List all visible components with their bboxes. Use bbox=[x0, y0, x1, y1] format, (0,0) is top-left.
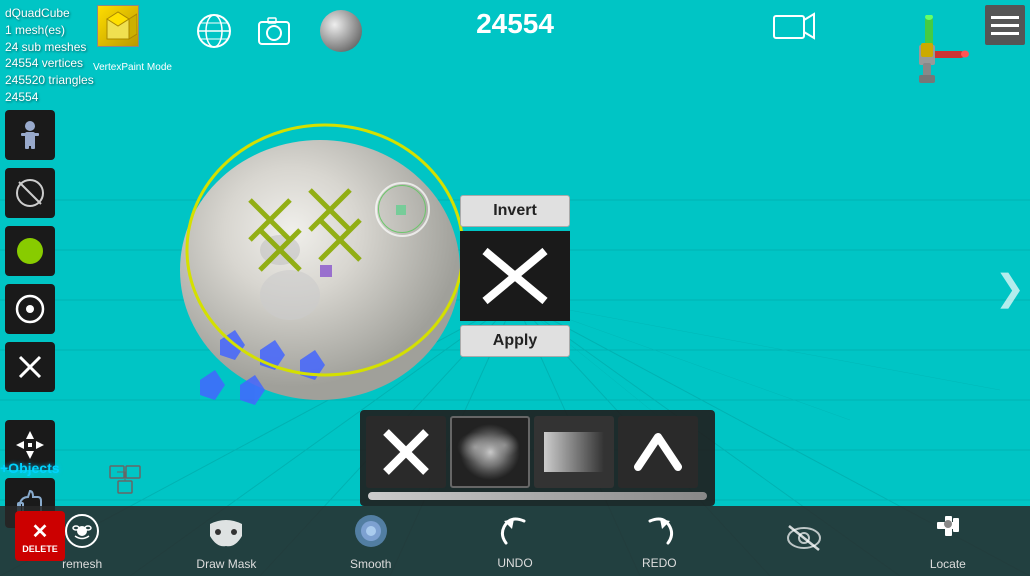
locate-svg bbox=[927, 512, 969, 550]
3d-head-object[interactable] bbox=[130, 120, 480, 410]
green-circle-tool-btn[interactable] bbox=[5, 226, 55, 276]
cloud-brush-icon bbox=[455, 417, 525, 487]
brush-size-slider[interactable] bbox=[368, 492, 707, 500]
3d-viewport[interactable]: dQuadCube 1 mesh(es) 24 sub meshes 24554… bbox=[0, 0, 1030, 576]
draw-tool-btn[interactable] bbox=[5, 168, 55, 218]
x-tool-icon bbox=[16, 353, 44, 381]
remesh-label: remesh bbox=[62, 557, 102, 571]
hide-mask-button[interactable] bbox=[774, 520, 834, 563]
object-name-info: dQuadCube bbox=[5, 5, 94, 22]
invert-popup: Invert Apply bbox=[460, 195, 570, 357]
redo-label: REDO bbox=[642, 556, 677, 570]
axes-svg bbox=[885, 15, 975, 105]
material-cube-icon[interactable] bbox=[97, 5, 139, 47]
invert-button[interactable]: Invert bbox=[460, 195, 570, 227]
object-id-display: 24554 bbox=[476, 8, 554, 40]
hamburger-menu[interactable] bbox=[985, 5, 1025, 45]
brush-options-row bbox=[366, 416, 709, 488]
chevron-brush-option[interactable] bbox=[618, 416, 698, 488]
mesh-count: 1 mesh(es) bbox=[5, 22, 94, 39]
remesh-icon-svg bbox=[62, 512, 102, 550]
gradient-brush-icon bbox=[539, 422, 609, 482]
smooth-label: Smooth bbox=[350, 557, 391, 571]
axes-widget bbox=[885, 15, 975, 110]
cloud-brush-option[interactable] bbox=[450, 416, 530, 488]
x-icon: ✕ bbox=[32, 519, 49, 544]
globe-svg bbox=[195, 12, 233, 50]
globe-icon[interactable] bbox=[195, 12, 233, 55]
locate-label: Locate bbox=[930, 557, 966, 571]
undo-svg bbox=[496, 513, 534, 549]
gradient-brush-option[interactable] bbox=[534, 416, 614, 488]
mask-preview bbox=[460, 231, 570, 321]
undo-icon bbox=[496, 513, 534, 553]
draw-mask-svg bbox=[205, 512, 247, 550]
white-circle-tool-btn[interactable] bbox=[5, 284, 55, 334]
brush-panel bbox=[360, 410, 715, 506]
bottom-toolbar: ✕ DELETE remesh bbox=[0, 506, 1030, 576]
hamburger-line-2 bbox=[991, 24, 1019, 27]
camera-svg bbox=[773, 10, 815, 44]
smooth-button[interactable]: Smooth bbox=[341, 512, 401, 571]
translate-icon bbox=[14, 429, 46, 461]
white-circle-icon bbox=[14, 293, 46, 325]
sub-meshes: 24 sub meshes bbox=[5, 39, 94, 56]
triangle-count: 245520 triangles bbox=[5, 72, 94, 89]
draw-mask-icon bbox=[205, 512, 247, 554]
smooth-svg bbox=[350, 512, 392, 550]
delete-button[interactable]: ✕ DELETE bbox=[15, 511, 65, 561]
draw-mask-button[interactable]: Draw Mask bbox=[196, 512, 256, 571]
cube-svg bbox=[99, 7, 137, 45]
photo-icon[interactable] bbox=[255, 12, 293, 55]
id-display: 24554 bbox=[5, 89, 94, 106]
undo-label: UNDO bbox=[497, 556, 532, 570]
apply-button[interactable]: Apply bbox=[460, 325, 570, 357]
remesh-small-icon bbox=[105, 461, 145, 496]
draw-mask-label: Draw Mask bbox=[196, 557, 256, 571]
hamburger-line-3 bbox=[991, 32, 1019, 35]
slash-icon bbox=[14, 177, 46, 209]
info-panel: dQuadCube 1 mesh(es) 24 sub meshes 24554… bbox=[5, 5, 94, 106]
redo-button[interactable]: REDO bbox=[629, 513, 689, 570]
locate-button[interactable]: Locate bbox=[918, 512, 978, 571]
x-brush-icon bbox=[376, 422, 436, 482]
right-arrow-button[interactable]: ❯ bbox=[995, 267, 1025, 309]
photo-svg bbox=[255, 12, 293, 50]
x-tool-btn[interactable] bbox=[5, 342, 55, 392]
mode-label: VertexPaint Mode bbox=[93, 62, 172, 73]
redo-svg bbox=[640, 513, 678, 549]
vertex-count: 24554 vertices bbox=[5, 55, 94, 72]
x-brush-option[interactable] bbox=[366, 416, 446, 488]
objects-button[interactable]: +Objects bbox=[0, 460, 60, 476]
eye-svg bbox=[783, 520, 825, 556]
sphere-preview[interactable] bbox=[320, 10, 362, 52]
move-icon bbox=[15, 120, 45, 150]
mask-preview-svg bbox=[475, 241, 555, 311]
locate-icon bbox=[927, 512, 969, 554]
eye-icon bbox=[783, 520, 825, 560]
smooth-icon bbox=[350, 512, 392, 554]
camera-icon[interactable] bbox=[773, 10, 815, 51]
remesh-small-icon-area bbox=[105, 461, 145, 501]
redo-icon bbox=[640, 513, 678, 553]
move-tool-btn[interactable] bbox=[5, 110, 55, 160]
hamburger-line-1 bbox=[991, 16, 1019, 19]
undo-button[interactable]: UNDO bbox=[485, 513, 545, 570]
remesh-icon bbox=[62, 512, 102, 554]
brush-slider-row bbox=[366, 492, 709, 500]
chevron-brush-icon bbox=[623, 422, 693, 482]
green-circle-icon bbox=[14, 235, 46, 267]
